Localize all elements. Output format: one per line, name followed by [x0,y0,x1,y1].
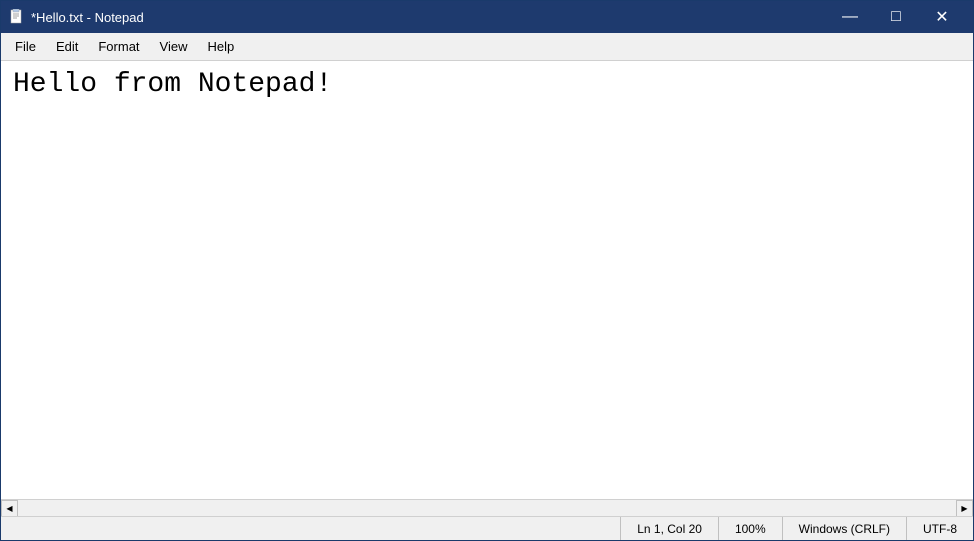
menu-file[interactable]: File [5,35,46,58]
menu-view[interactable]: View [150,35,198,58]
minimize-button[interactable]: — [827,1,873,33]
close-button[interactable]: ✕ [919,1,965,33]
cursor-position: Ln 1, Col 20 [620,517,718,540]
encoding: UTF-8 [906,517,973,540]
editor-container [1,61,973,499]
text-editor[interactable] [1,61,973,499]
scroll-left-button[interactable]: ◀ [1,500,18,517]
line-ending: Windows (CRLF) [782,517,906,540]
status-bar: Ln 1, Col 20 100% Windows (CRLF) UTF-8 [1,516,973,540]
menu-format[interactable]: Format [88,35,149,58]
zoom-level: 100% [718,517,782,540]
maximize-button[interactable]: □ [873,1,919,33]
menu-help[interactable]: Help [197,35,244,58]
menu-edit[interactable]: Edit [46,35,88,58]
scroll-right-button[interactable]: ▶ [956,500,973,517]
title-bar: *Hello.txt - Notepad — □ ✕ [1,1,973,33]
title-bar-left: *Hello.txt - Notepad [9,9,144,25]
menu-bar: File Edit Format View Help [1,33,973,61]
notepad-window: *Hello.txt - Notepad — □ ✕ File Edit For… [0,0,974,541]
app-icon [9,9,25,25]
window-controls: — □ ✕ [827,1,965,33]
window-title: *Hello.txt - Notepad [31,10,144,25]
horizontal-scrollbar[interactable]: ◀ ▶ [1,499,973,516]
